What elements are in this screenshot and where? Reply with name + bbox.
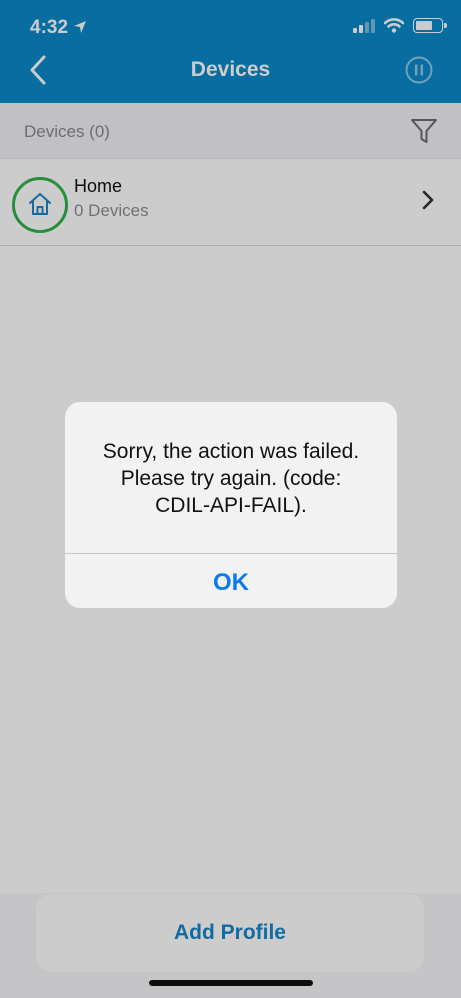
devices-screen: 4:32 Devices Devices (0) Home 0 Devices …	[0, 0, 461, 998]
alert-message-line: CDIL-API-FAIL).	[155, 494, 307, 517]
alert-message-line: Sorry, the action was failed.	[102, 440, 360, 463]
alert-message: Sorry, the action was failed. Please try…	[81, 438, 381, 519]
alert-message-line: Please try again. (code:	[120, 467, 342, 490]
ok-button[interactable]: OK	[65, 554, 397, 608]
error-alert: Sorry, the action was failed. Please try…	[65, 402, 397, 608]
